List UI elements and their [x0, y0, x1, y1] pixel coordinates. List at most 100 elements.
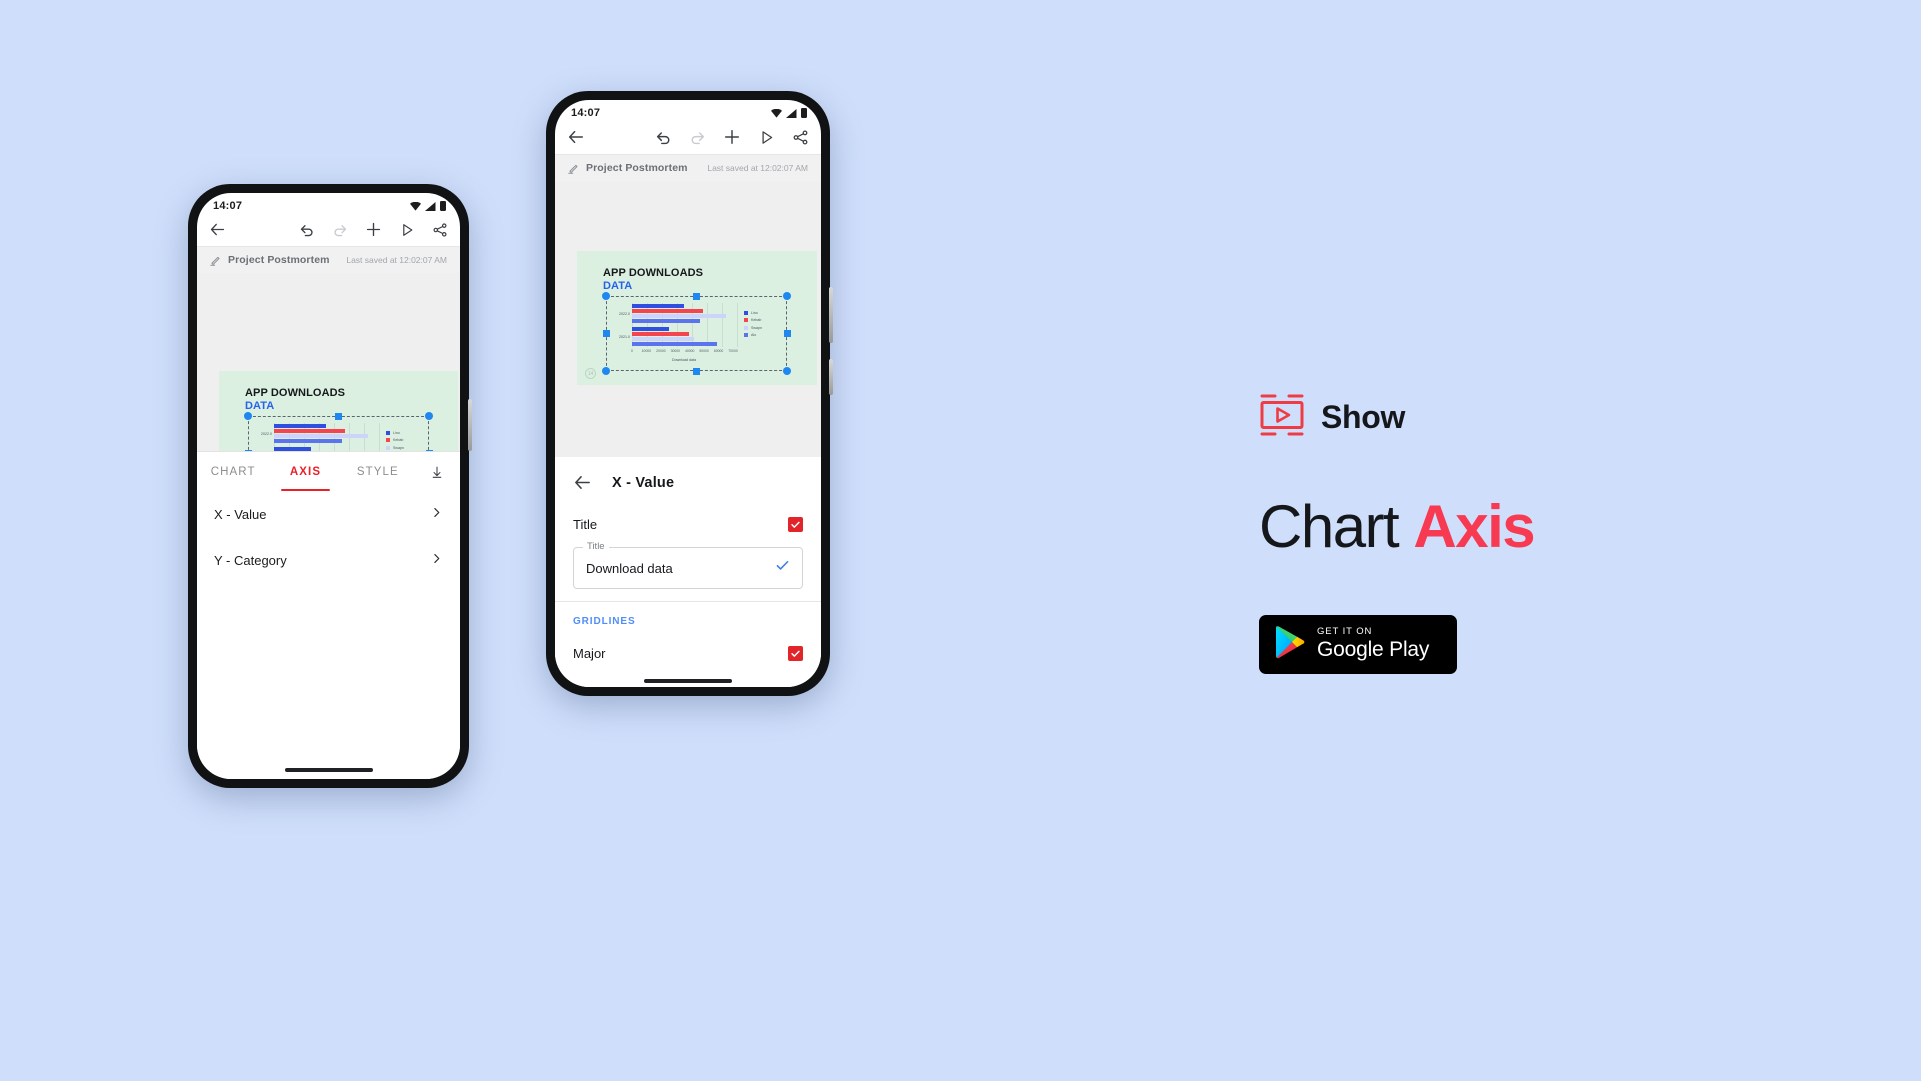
slide-heading-line2: DATA [603, 280, 633, 292]
gridlines-major-label: Major [573, 646, 606, 661]
gridlines-major-row[interactable]: Major [555, 635, 821, 672]
redo-icon[interactable] [689, 129, 706, 146]
tab-axis[interactable]: AXIS [269, 452, 341, 491]
sheet-header: X - Value [555, 457, 821, 506]
slide-page-number: 14 [585, 368, 596, 379]
headline-accent: Axis [1413, 493, 1535, 560]
selection-handle[interactable] [425, 412, 433, 420]
undo-icon[interactable] [299, 222, 315, 238]
back-arrow-icon[interactable] [209, 221, 226, 238]
back-arrow-icon[interactable] [567, 128, 585, 146]
google-play-badge[interactable]: GET IT ON Google Play [1259, 615, 1457, 674]
selection-handle[interactable] [783, 330, 791, 337]
phone-editor: 14:07 Project Postmortem Last saved at 1… [188, 184, 472, 788]
slide-heading-line2: DATA [245, 400, 275, 412]
selection-handle[interactable] [783, 292, 791, 300]
selection-handle[interactable] [602, 330, 610, 337]
document-saved-status: Last saved at 12:02:07 AM [707, 163, 808, 173]
selection-box [606, 296, 787, 371]
headline-plain: Chart [1259, 493, 1414, 560]
play-icon[interactable] [758, 129, 775, 146]
collapse-down-icon[interactable] [414, 452, 460, 491]
title-toggle-label: Title [573, 517, 598, 532]
phone-side-button [468, 399, 472, 451]
redo-icon[interactable] [332, 222, 348, 238]
phone-axis-detail: 14:07 Project Postmortem Last saved at 1… [546, 91, 833, 696]
title-text-field-wrap: Download data Title [573, 541, 803, 589]
selection-handle[interactable] [602, 367, 610, 375]
status-bar: 14:07 [197, 193, 460, 215]
phone-side-button [829, 359, 833, 395]
selection-handle[interactable] [602, 292, 610, 300]
status-time: 14:07 [213, 200, 243, 212]
brand-app-name: Show [1321, 399, 1406, 435]
axis-row-label: X - Value [214, 506, 267, 522]
slide[interactable]: APP DOWNLOADS DATA 14 [577, 251, 817, 385]
selection-box [248, 416, 429, 451]
google-play-icon [1275, 625, 1306, 664]
signal-icon [786, 108, 797, 118]
document-title: Project Postmortem [586, 162, 688, 174]
slide-heading-line1: APP DOWNLOADS [603, 267, 704, 279]
play-icon[interactable] [399, 222, 415, 238]
wifi-icon [771, 108, 782, 118]
status-bar: 14:07 [555, 100, 821, 122]
axis-row-x-value[interactable]: X - Value [197, 491, 460, 537]
google-play-small-text: GET IT ON [1317, 626, 1373, 638]
plus-icon[interactable] [365, 221, 382, 238]
phone-side-button [829, 287, 833, 343]
selection-handle[interactable] [783, 367, 791, 375]
document-saved-status: Last saved at 12:02:07 AM [346, 255, 447, 265]
selection-handle[interactable] [693, 367, 700, 375]
title-toggle-row[interactable]: Title [555, 506, 821, 543]
title-field-value: Download data [586, 560, 673, 576]
chevron-right-icon [430, 552, 443, 568]
check-icon [791, 650, 800, 657]
editor-toolbar [197, 215, 460, 246]
check-icon [791, 521, 800, 528]
document-title: Project Postmortem [228, 254, 330, 266]
axis-row-label: Y - Category [214, 552, 287, 568]
confirm-check-icon[interactable] [775, 558, 790, 578]
signal-icon [425, 201, 436, 211]
title-field-floating-label: Title [583, 541, 609, 552]
wifi-icon [410, 201, 421, 211]
undo-icon[interactable] [655, 129, 672, 146]
share-icon[interactable] [432, 222, 448, 238]
slide-heading-line1: APP DOWNLOADS [245, 387, 346, 399]
headline: Chart Axis [1259, 497, 1779, 557]
sheet-title: X - Value [612, 474, 675, 491]
battery-icon [440, 201, 446, 211]
axis-detail-sheet: X - Value Title Download data Title GRID… [555, 457, 821, 672]
title-text-field[interactable]: Download data [573, 547, 803, 589]
editor-toolbar [555, 122, 821, 154]
selection-handle[interactable] [335, 412, 342, 420]
selection-handle[interactable] [693, 292, 700, 300]
tab-style[interactable]: STYLE [342, 452, 414, 491]
chevron-right-icon [430, 506, 443, 522]
battery-icon [801, 108, 807, 118]
edit-pencil-icon [568, 164, 578, 174]
tab-chart[interactable]: CHART [197, 452, 269, 491]
axis-row-y-category[interactable]: Y - Category [197, 537, 460, 583]
back-arrow-icon[interactable] [573, 473, 592, 492]
document-info-bar: Project Postmortem Last saved at 12:02:0… [197, 246, 460, 273]
branding-panel: Show Chart Axis GET IT ON Google Play [1259, 393, 1779, 674]
plus-icon[interactable] [723, 128, 741, 146]
google-play-big-text: Google Play [1317, 637, 1430, 661]
document-info-bar: Project Postmortem Last saved at 12:02:0… [555, 154, 821, 181]
slide[interactable]: APP DOWNLOADS DATA 14 [219, 371, 458, 451]
slide-canvas[interactable]: APP DOWNLOADS DATA 14 [197, 273, 460, 451]
home-indicator [555, 672, 821, 687]
gridlines-major-checkbox[interactable] [788, 646, 803, 661]
share-icon[interactable] [792, 129, 809, 146]
title-checkbox[interactable] [788, 517, 803, 532]
property-tabs: CHART AXIS STYLE [197, 451, 460, 491]
selection-handle[interactable] [244, 412, 252, 420]
status-time: 14:07 [571, 107, 601, 119]
home-indicator [197, 761, 460, 779]
slide-canvas[interactable]: APP DOWNLOADS DATA 14 [555, 181, 821, 457]
show-app-icon [1259, 393, 1305, 442]
gridlines-section-label: GRIDLINES [573, 616, 636, 627]
brand-logo-row: Show [1259, 393, 1779, 442]
